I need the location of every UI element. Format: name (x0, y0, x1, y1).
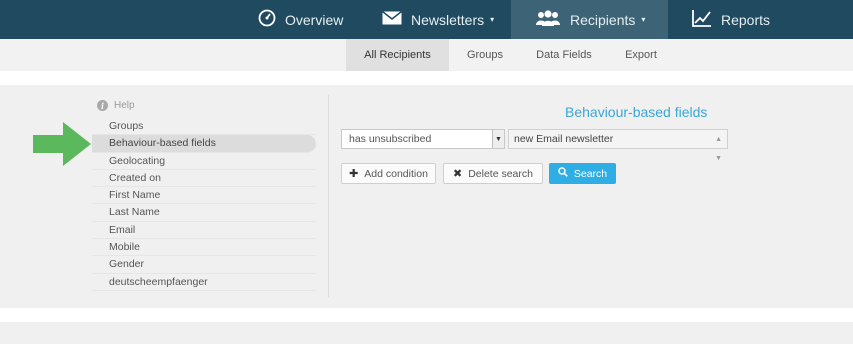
newsletter-select[interactable]: new Email newsletter ▲ ▼ (508, 129, 728, 162)
envelope-icon (382, 10, 402, 28)
add-condition-button[interactable]: ✚ Add condition (341, 163, 436, 184)
tab-groups[interactable]: Groups (455, 39, 515, 71)
field-item-email[interactable]: Email (92, 222, 316, 240)
nav-reports-label: Reports (721, 11, 771, 28)
search-label: Search (573, 167, 608, 180)
plus-icon: ✚ (349, 168, 359, 180)
info-icon: i (97, 100, 108, 111)
field-item-groups[interactable]: Groups (92, 118, 316, 136)
field-item-deutscheempfaenger[interactable]: deutscheempfaenger (92, 274, 316, 291)
field-list: Groups Behaviour-based fields Geolocatin… (92, 118, 316, 291)
field-item-first-name[interactable]: First Name (92, 187, 316, 205)
field-item-behaviour-based[interactable]: Behaviour-based fields (92, 135, 316, 153)
search-icon (558, 167, 568, 180)
field-item-created-on[interactable]: Created on (92, 170, 316, 188)
close-icon: ✖ (452, 168, 463, 180)
field-item-mobile[interactable]: Mobile (92, 239, 316, 257)
vertical-divider (328, 95, 329, 297)
chevron-down-icon: ▾ (641, 15, 646, 24)
sub-navigation: All Recipients Groups Data Fields Export (0, 39, 853, 71)
nav-recipients[interactable]: Recipients ▾ (511, 0, 668, 39)
nav-newsletters[interactable]: Newsletters ▾ (382, 0, 494, 39)
add-condition-label: Add condition (364, 167, 428, 180)
section-title: Behaviour-based fields (565, 104, 708, 120)
condition-select[interactable]: has unsubscribed ▼ (341, 129, 505, 149)
field-item-gender[interactable]: Gender (92, 256, 316, 274)
tab-all-recipients[interactable]: All Recipients (346, 39, 449, 71)
tab-data-fields[interactable]: Data Fields (528, 39, 600, 71)
delete-search-label: Delete search (468, 167, 533, 180)
nav-newsletters-label: Newsletters (411, 11, 485, 28)
nav-overview-label: Overview (285, 11, 344, 28)
chevron-down-icon[interactable]: ▼ (492, 130, 504, 148)
field-item-geolocating[interactable]: Geolocating (92, 153, 316, 170)
nav-reports[interactable]: Reports (692, 0, 770, 39)
delete-search-button[interactable]: ✖ Delete search (443, 163, 543, 184)
top-navigation: Overview Newsletters ▾ Recipients ▾ Repo… (0, 0, 853, 39)
search-button[interactable]: Search (549, 163, 616, 184)
condition-select-value: has unsubscribed (349, 133, 432, 145)
help-label: Help (114, 100, 135, 111)
speedometer-icon (258, 9, 276, 30)
pointer-arrow-icon (33, 122, 93, 171)
up-down-icon: ▲ ▼ (715, 136, 722, 162)
users-icon (535, 10, 561, 29)
footer-panel (0, 322, 853, 344)
nav-recipients-label: Recipients (570, 11, 636, 28)
chart-icon (692, 9, 712, 30)
chevron-down-icon: ▾ (490, 15, 495, 24)
tab-export[interactable]: Export (612, 39, 670, 71)
newsletter-select-value: new Email newsletter (514, 133, 614, 145)
help-link[interactable]: i Help (97, 100, 135, 111)
nav-overview[interactable]: Overview (258, 0, 343, 39)
field-item-last-name[interactable]: Last Name (92, 204, 316, 222)
